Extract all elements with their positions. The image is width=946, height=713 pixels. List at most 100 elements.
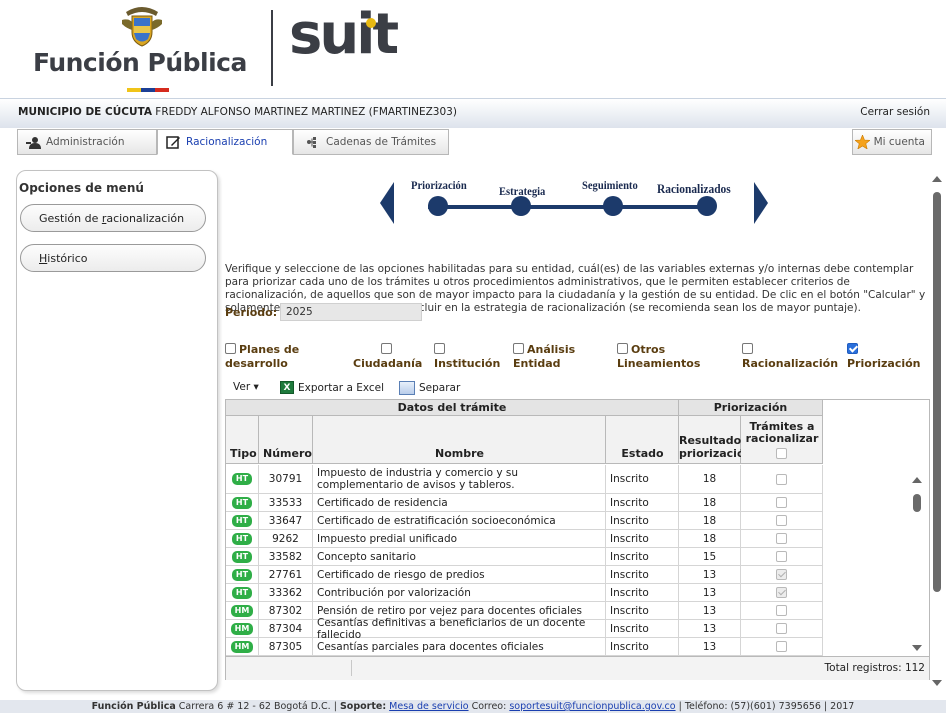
filter-institucion[interactable]: Institución: [434, 343, 500, 371]
filter-racionalizacion[interactable]: Racionalización: [742, 343, 838, 371]
cell-racionalizar[interactable]: [741, 602, 823, 619]
export-excel-button[interactable]: X Exportar a Excel: [280, 381, 384, 394]
cell-estado-text: Inscrito: [610, 640, 649, 653]
flag-bar-red: [155, 88, 169, 92]
page-scroll-thumb[interactable]: [933, 192, 941, 592]
table-row[interactable]: HT 33582 Concepto sanitario Inscrito 15: [226, 548, 823, 566]
separate-button[interactable]: Separar: [399, 381, 460, 395]
cell-nombre-text: Cesantías parciales para docentes oficia…: [317, 640, 544, 653]
row-checkbox[interactable]: [776, 587, 787, 598]
cell-racionalizar[interactable]: [741, 465, 823, 493]
scroll-up-icon[interactable]: [912, 477, 922, 483]
flag-bar-yellow: [127, 88, 141, 92]
tipo-badge: HT: [226, 548, 259, 565]
cell-racionalizar[interactable]: [741, 584, 823, 601]
filter-priorizacion[interactable]: Priorización: [847, 343, 921, 371]
cell-racionalizar[interactable]: [741, 620, 823, 637]
cell-racionalizar[interactable]: [741, 512, 823, 529]
row-checkbox[interactable]: [776, 623, 787, 634]
cell-nombre: Cesantías parciales para docentes oficia…: [313, 638, 606, 655]
footer-phone: | Teléfono: (57)(601) 7395656 | 2017: [678, 701, 855, 712]
row-checkbox[interactable]: [776, 473, 787, 485]
tab-administracion[interactable]: Administración: [17, 129, 157, 155]
cell-numero: 30791: [259, 465, 313, 493]
step-dot-estrategia[interactable]: [511, 196, 531, 216]
col-header-nombre[interactable]: Nombre: [313, 416, 606, 464]
filter-ciudadania[interactable]: Ciudadanía: [353, 343, 422, 371]
cell-resultado: 18: [679, 530, 741, 547]
cell-racionalizar[interactable]: [741, 548, 823, 565]
step-label-seguimiento[interactable]: Seguimiento: [582, 178, 638, 193]
support-email-link[interactable]: soportesuit@funcionpublica.gov.co: [509, 701, 675, 712]
filter-checkbox[interactable]: [225, 343, 236, 354]
row-checkbox[interactable]: [776, 569, 787, 580]
table-row[interactable]: HM 87305 Cesantías parciales para docentes…: [226, 638, 823, 656]
filter-checkbox-checked[interactable]: [847, 343, 858, 354]
menu-historico[interactable]: Histórico: [20, 244, 206, 272]
table-row[interactable]: HT 27761 Certificado de riesgo de predios I…: [226, 566, 823, 584]
filter-checkbox[interactable]: [617, 343, 628, 354]
cell-racionalizar[interactable]: [741, 494, 823, 511]
col-header-numero[interactable]: Número: [259, 416, 313, 464]
cell-estado: Inscrito: [606, 602, 679, 619]
tab-cadenas-de-tramites[interactable]: Cadenas de Trámites: [293, 129, 449, 155]
cell-resultado-text: 18: [702, 496, 717, 509]
step-dot-seguimiento[interactable]: [603, 196, 623, 216]
view-menu-button[interactable]: Ver ▾: [233, 381, 259, 393]
table-row[interactable]: HT 30791 Impuesto de industria y comercio …: [226, 465, 823, 494]
page-scroll-up-icon[interactable]: [932, 176, 942, 182]
row-checkbox[interactable]: [776, 533, 787, 544]
support-link[interactable]: Mesa de servicio: [389, 701, 468, 712]
step-label-racionalizados[interactable]: Racionalizados: [657, 181, 731, 197]
entity-name: MUNICIPIO DE CÚCUTA: [18, 106, 152, 118]
filter-otros-lineamientos[interactable]: Otros Lineamientos: [617, 343, 700, 371]
scroll-thumb[interactable]: [913, 494, 921, 512]
cell-racionalizar[interactable]: [741, 566, 823, 583]
cell-numero: 27761: [259, 566, 313, 583]
table-row[interactable]: HT 33647 Certificado de estratificación so…: [226, 512, 823, 530]
col-header-tramites[interactable]: Trámites a racionalizar: [741, 416, 823, 464]
logout-link[interactable]: Cerrar sesión: [860, 106, 930, 118]
cell-nombre-text: Pensión de retiro por vejez para docente…: [317, 604, 582, 617]
table-row[interactable]: HT 9262 Impuesto predial unificado Inscrito…: [226, 530, 823, 548]
scroll-down-icon[interactable]: [912, 645, 922, 651]
tab-racionalizacion[interactable]: Racionalización: [157, 129, 293, 155]
row-checkbox[interactable]: [776, 641, 787, 652]
edit-icon: [166, 135, 180, 149]
cell-racionalizar[interactable]: [741, 530, 823, 547]
step-dot-priorizacion[interactable]: [428, 196, 448, 216]
filter-checkbox[interactable]: [380, 343, 392, 354]
col-header-tipo[interactable]: Tipo: [226, 416, 259, 464]
side-menu: Opciones de menú Gestión de racionalizac…: [16, 170, 218, 691]
tab-label: Cadenas de Trámites: [326, 136, 437, 148]
filter-checkbox[interactable]: [513, 343, 524, 354]
row-checkbox[interactable]: [776, 497, 787, 508]
table-row[interactable]: HT 33362 Contribución por valorización Insc…: [226, 584, 823, 602]
filter-analisis-entidad[interactable]: Análisis Entidad: [513, 343, 575, 371]
row-checkbox[interactable]: [776, 515, 787, 526]
row-checkbox[interactable]: [776, 605, 787, 616]
step-label-estrategia[interactable]: Estrategia: [499, 184, 545, 199]
cell-resultado-text: 18: [702, 514, 717, 527]
my-account-button[interactable]: Mi cuenta: [852, 129, 932, 155]
filter-checkbox[interactable]: [434, 343, 445, 354]
menu-gestion-racionalizacion[interactable]: Gestión de racionalización: [20, 204, 206, 232]
row-checkbox[interactable]: [776, 551, 787, 562]
cell-racionalizar[interactable]: [741, 638, 823, 655]
page-scroll-down-icon[interactable]: [932, 680, 942, 686]
filter-checkbox[interactable]: [742, 343, 753, 354]
step-label-priorizacion[interactable]: Priorización: [411, 178, 467, 193]
col-header-resultado[interactable]: Resultado priorización: [679, 416, 752, 464]
table-row[interactable]: HM 87304 Cesantías definitivas a beneficia…: [226, 617, 823, 641]
page-scrollbar[interactable]: [930, 170, 944, 690]
cell-numero: 33362: [259, 584, 313, 601]
cell-resultado: 18: [679, 512, 741, 529]
filter-planes-desarrollo[interactable]: Planes de desarrollo: [225, 343, 299, 371]
table-row[interactable]: HT 33533 Certificado de residencia Inscrito…: [226, 494, 823, 512]
cell-estado: Inscrito: [606, 548, 679, 565]
col-header-estado[interactable]: Estado: [606, 416, 679, 464]
cell-numero-text: 87305: [268, 640, 303, 653]
select-all-checkbox[interactable]: [776, 448, 787, 459]
grid-scrollbar[interactable]: [909, 471, 923, 656]
step-dot-racionalizados[interactable]: [697, 196, 717, 216]
